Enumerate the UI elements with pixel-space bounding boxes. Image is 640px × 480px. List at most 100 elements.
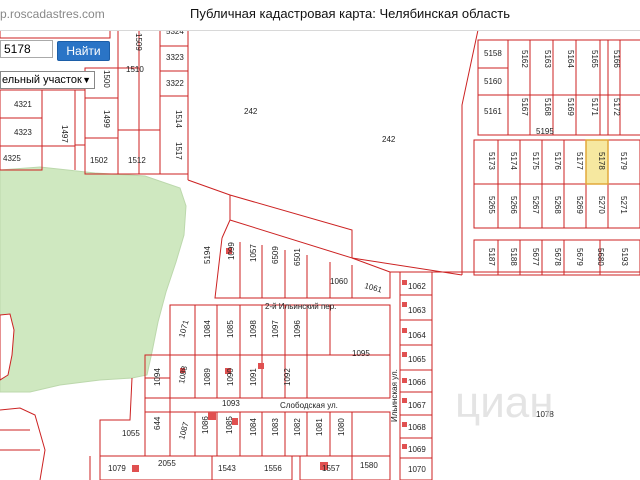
street-label-2: Слободская ул. [280,401,338,410]
parcel-label: 5167 [520,98,529,116]
parcel-label: 3322 [166,79,184,88]
parcel-label: 4321 [14,100,32,109]
chevron-down-icon: ▼ [82,75,91,85]
parcel-label: 5188 [509,248,518,266]
parcel-label: 1060 [330,277,348,286]
parcel-label: 1093 [222,399,240,408]
parcel-label: 5163 [543,50,552,68]
parcel-label: 5265 [487,196,496,214]
parcel-label: 5678 [553,248,562,266]
parcel-label: 1556 [264,464,282,473]
parcel-label: 5166 [612,50,621,68]
parcel-label: 1071 [177,318,190,338]
parcel-label: 5679 [575,248,584,266]
parcel-label: 1097 [271,320,280,338]
parcel-label: 1084 [249,418,258,436]
parcel-label: 5160 [484,77,502,86]
parcel-label: 1064 [408,331,426,340]
parcel-label: 1502 [90,156,108,165]
parcel-label: 5168 [543,98,552,116]
cian-watermark: циан [455,378,554,427]
parcel-label: 1514 [174,110,183,128]
parcel-label: 1080 [337,418,346,436]
parcel-label: 1499 [102,110,111,128]
parcel-label: 1543 [218,464,236,473]
object-type-selected: ельный участок [2,74,82,86]
parcel-label: 6501 [293,248,302,266]
parcel-label: 2055 [158,459,176,468]
parcel-label: 5158 [484,49,502,58]
parcel-label: 1497 [60,125,69,143]
parcel-label: 4323 [14,128,32,137]
parcel-label: 5267 [531,196,540,214]
parcel-label: 1512 [128,156,146,165]
parcel-label: 1068 [408,423,426,432]
parcel-label: 1087 [177,420,190,440]
parcel-label: 1085 [225,416,234,434]
parcel-label: 5178 [597,152,606,170]
parcel-label: 1062 [408,282,426,291]
parcel-label: 1079 [108,464,126,473]
header-bar: p.roscadastres.com Публичная кадастровая… [0,0,640,31]
parcel-label: 1084 [203,320,212,338]
parcel-label: 1065 [408,355,426,364]
parcel-label: 1099 [227,242,236,260]
parcel-label: 644 [153,416,162,430]
parcel-label: 5195 [536,127,554,136]
parcel-label: 5169 [566,98,575,116]
parcel-label: 5164 [566,50,575,68]
parcel-label: 1082 [293,418,302,436]
parcel-label: 5268 [553,196,562,214]
parcel-label: 242 [382,135,396,144]
parcel-label: 5177 [575,152,584,170]
parcel-label: 1088 [177,365,189,385]
parcel-label: 5174 [509,152,518,170]
site-url[interactable]: p.roscadastres.com [0,7,105,21]
parcel-label: 1061 [363,281,383,294]
parcel-label: 1557 [322,464,340,473]
parcel-label: 1098 [249,320,258,338]
parcel-label: 1094 [153,368,162,386]
parcel-label: 1086 [201,416,210,434]
parcel-label: 1085 [226,320,235,338]
parcel-label: 242 [244,107,258,116]
parcel-label: 5193 [620,248,629,266]
parcel-label: 1066 [408,378,426,387]
parcel-label: 5266 [509,196,518,214]
parcel-label: 1517 [174,142,183,160]
street-label-3: Ильинская ул. [390,369,399,422]
parcel-label: 1057 [249,244,258,262]
search-input[interactable] [0,40,53,58]
parcel-label: 1069 [408,445,426,454]
parcel-label: 1510 [126,65,144,74]
find-button[interactable]: Найти [57,41,110,61]
parcel-label: 1067 [408,401,426,410]
parcel-label: 1083 [271,418,280,436]
parcel-label: 1092 [283,368,292,386]
parcel-label: 5176 [553,152,562,170]
parcel-label: 5172 [612,98,621,116]
parcel-label: 1095 [352,349,370,358]
parcel-label: 1500 [102,70,111,88]
parcel-label: 5680 [596,248,605,266]
parcel-label: 5179 [619,152,628,170]
parcel-label: 5194 [203,246,212,264]
parcel-label: 1096 [293,320,302,338]
parcel-label: 5161 [484,107,502,116]
parcel-label: 1055 [122,429,140,438]
page-title: Публичная кадастровая карта: Челябинская… [190,6,510,21]
parcel-label: 5162 [520,50,529,68]
forest-area [0,166,187,393]
parcel-label: 5270 [597,196,606,214]
parcel-label: 6509 [271,246,280,264]
parcel-label: 1081 [315,418,324,436]
parcel-label: 5269 [575,196,584,214]
parcel-label: 5173 [487,152,496,170]
parcel-label: 1070 [408,465,426,474]
parcel-label: 5171 [590,98,599,116]
parcel-label: 4325 [3,154,21,163]
parcel-label: 1509 [134,33,143,51]
street-label-1: 2-й Ильинский пер. [265,302,336,311]
parcel-label: 5175 [531,152,540,170]
object-type-select[interactable]: ельный участок ▼ [0,71,95,89]
